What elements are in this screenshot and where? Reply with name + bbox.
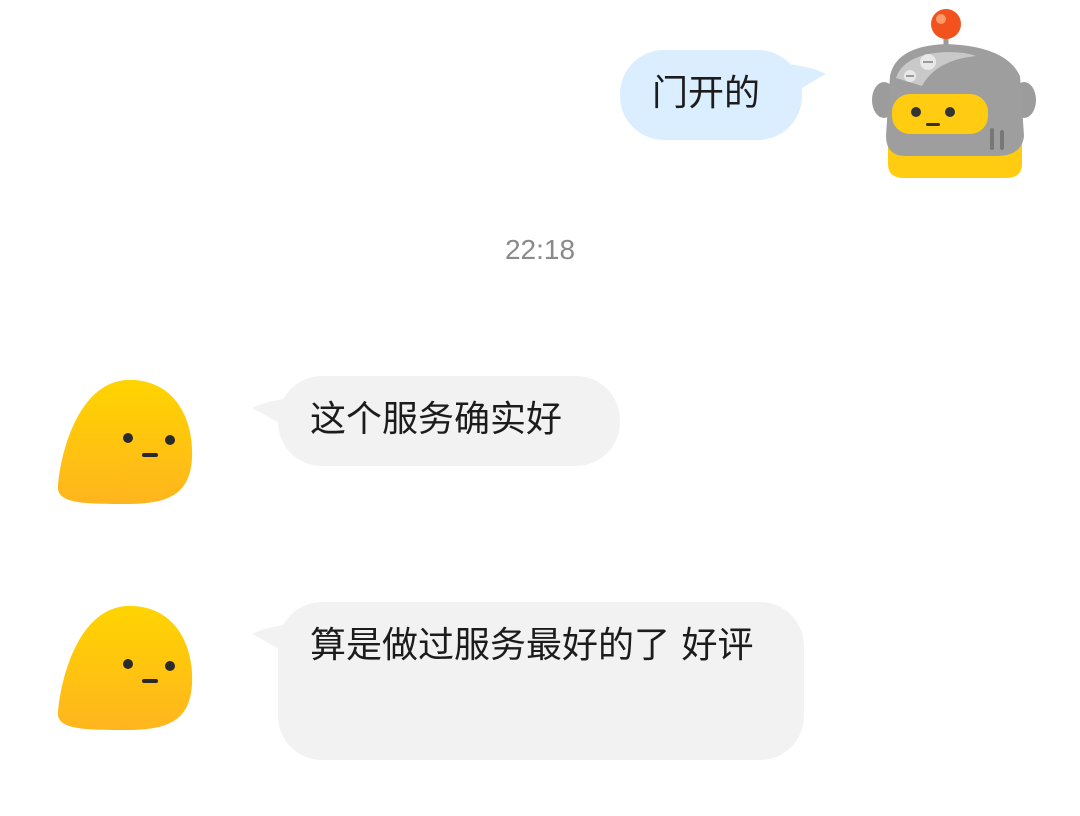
robot-avatar-icon[interactable] xyxy=(866,6,1042,186)
message-bubble-incoming[interactable]: 这个服务确实好 xyxy=(278,376,620,466)
message-bubble-incoming[interactable]: 算是做过服务最好的了 好评 xyxy=(278,602,804,760)
yellow-blob-avatar-icon[interactable] xyxy=(56,378,196,508)
message-text: 这个服务确实好 xyxy=(310,399,563,440)
message-bubble-outgoing[interactable]: 门开的 xyxy=(620,50,802,140)
message-text: 门开的 xyxy=(652,73,761,114)
yellow-blob-avatar-icon[interactable] xyxy=(56,604,196,734)
timestamp-divider: 22:18 xyxy=(504,234,576,265)
message-text: 算是做过服务最好的了 好评 xyxy=(310,625,754,666)
